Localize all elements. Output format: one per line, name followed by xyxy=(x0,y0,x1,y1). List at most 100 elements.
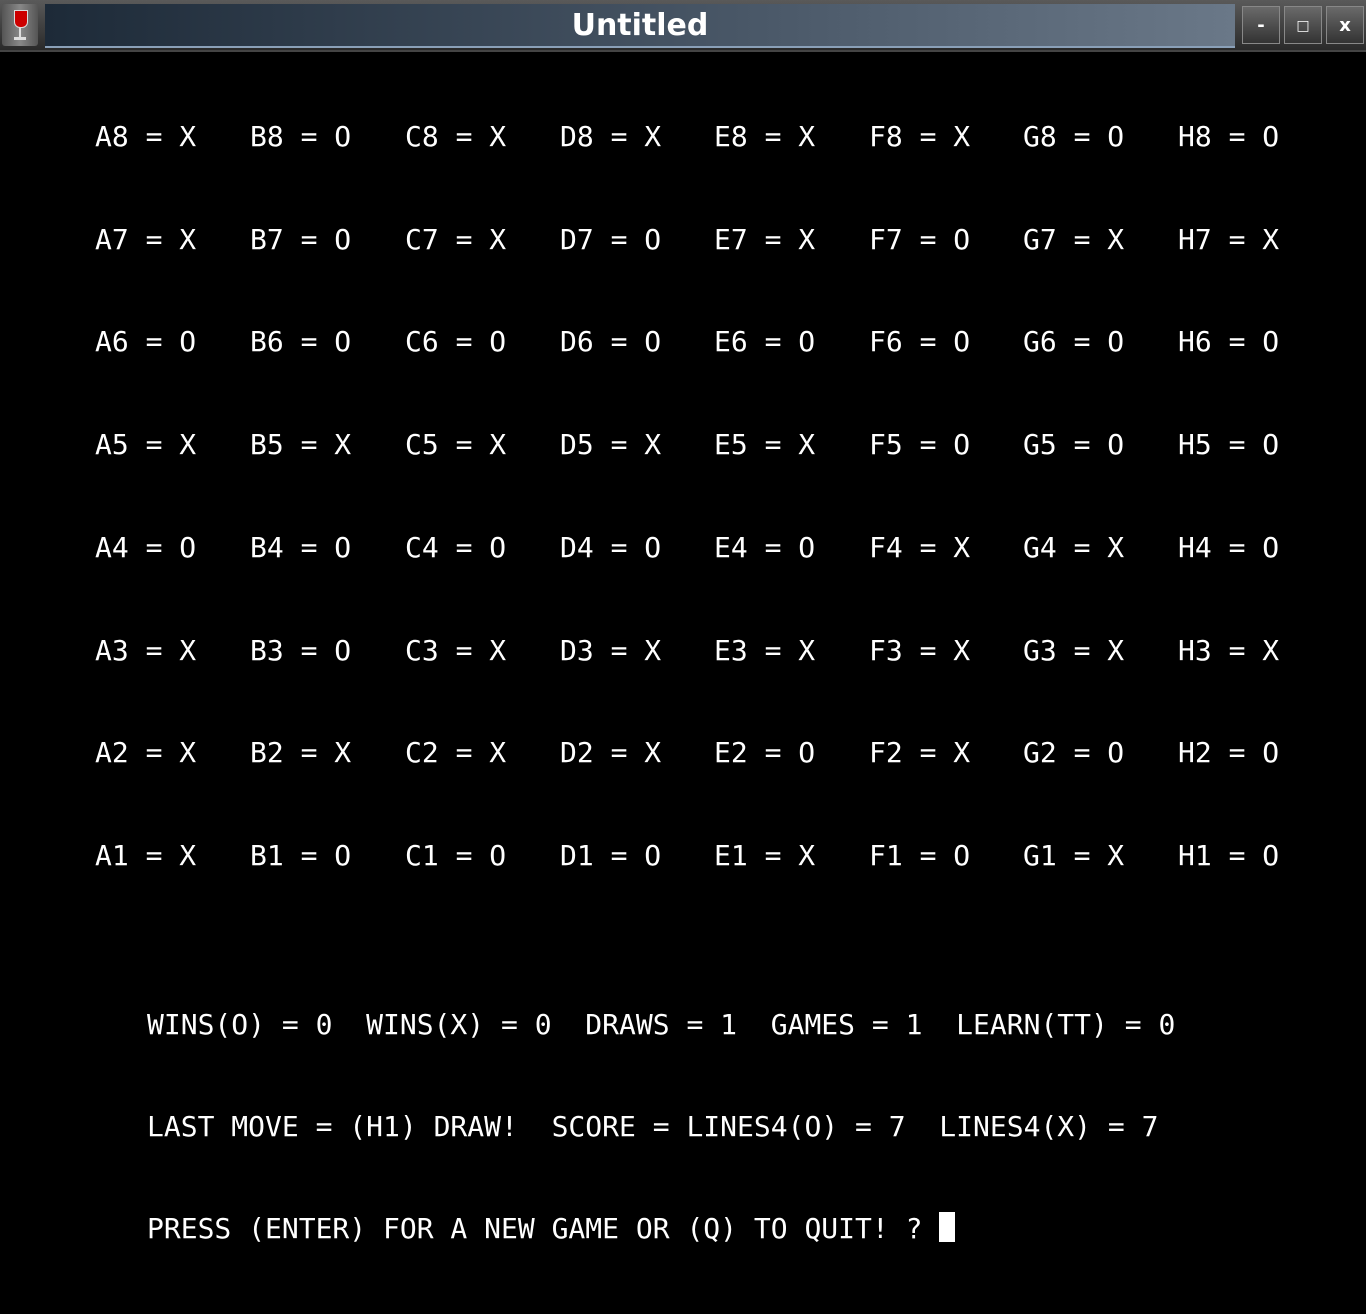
cell-label: D4 xyxy=(560,530,594,564)
board-cell: A7 = X xyxy=(95,223,196,257)
cell-label: D2 xyxy=(560,736,594,770)
board-cell: F4 = X xyxy=(869,531,970,565)
cell-value: O xyxy=(1107,428,1125,462)
cell-value: X xyxy=(489,222,507,256)
board-cell: A2 = X xyxy=(95,736,196,770)
equals-sign: = xyxy=(283,428,335,462)
window-title: Untitled xyxy=(571,8,709,43)
cell-value: X xyxy=(489,428,507,462)
equals-sign: = xyxy=(747,838,799,872)
maximize-button[interactable]: □ xyxy=(1284,6,1322,44)
cell-value: O xyxy=(334,838,352,872)
stats-line: WINS(O) = 0 WINS(X) = 0 DRAWS = 1 GAMES … xyxy=(147,1008,1176,1041)
board-cell: H6 = O xyxy=(1178,325,1279,359)
equals-sign: = xyxy=(902,838,954,872)
board-cell: H3 = X xyxy=(1178,634,1279,668)
equals-sign: = xyxy=(747,633,799,667)
board-cell: B3 = O xyxy=(250,634,351,668)
equals-sign: = xyxy=(438,530,490,564)
status-panel: WINS(O) = 0 WINS(X) = 0 DRAWS = 1 GAMES … xyxy=(147,940,1175,1314)
board-cell: H8 = O xyxy=(1178,120,1279,154)
cell-value: X xyxy=(798,838,816,872)
board-cell: H4 = O xyxy=(1178,531,1279,565)
wine-glass-icon[interactable] xyxy=(2,4,38,46)
board-cell: E3 = X xyxy=(714,634,815,668)
equals-sign: = xyxy=(902,325,954,359)
board-cell: F6 = O xyxy=(869,325,970,359)
cell-label: E5 xyxy=(714,428,748,462)
cell-value: O xyxy=(798,325,816,359)
cell-label: D5 xyxy=(560,428,594,462)
close-button[interactable]: x xyxy=(1326,6,1364,44)
cell-value: O xyxy=(334,530,352,564)
minimize-button[interactable]: - xyxy=(1242,6,1280,44)
board-cell: D1 = O xyxy=(560,839,661,873)
board-cell: E2 = O xyxy=(714,736,815,770)
cell-label: H7 xyxy=(1178,222,1212,256)
cell-value: O xyxy=(1107,120,1125,153)
equals-sign: = xyxy=(438,736,490,770)
board-cell: F8 = X xyxy=(869,120,970,154)
cell-value: O xyxy=(1262,530,1280,564)
equals-sign: = xyxy=(1211,736,1263,770)
cell-value: O xyxy=(1262,736,1280,770)
cell-label: E4 xyxy=(714,530,748,564)
equals-sign: = xyxy=(902,633,954,667)
cell-label: D8 xyxy=(560,120,594,153)
cell-value: O xyxy=(334,633,352,667)
board-cell: H5 = O xyxy=(1178,428,1279,462)
equals-sign: = xyxy=(438,838,490,872)
board-cell: C4 = O xyxy=(405,531,506,565)
equals-sign: = xyxy=(283,530,335,564)
cell-value: X xyxy=(953,530,971,564)
cell-value: O xyxy=(179,325,197,359)
equals-sign: = xyxy=(1056,736,1108,770)
equals-sign: = xyxy=(128,530,180,564)
cell-label: E3 xyxy=(714,633,748,667)
board-cell: A3 = X xyxy=(95,634,196,668)
board-cell: A4 = O xyxy=(95,531,196,565)
equals-sign: = xyxy=(902,222,954,256)
board-cell: D2 = X xyxy=(560,736,661,770)
board-cell: E7 = X xyxy=(714,223,815,257)
board-cell: B8 = O xyxy=(250,120,351,154)
cell-label: F1 xyxy=(869,838,903,872)
equals-sign: = xyxy=(1211,428,1263,462)
equals-sign: = xyxy=(593,428,645,462)
cell-label: G4 xyxy=(1023,530,1057,564)
equals-sign: = xyxy=(1211,838,1263,872)
cell-value: X xyxy=(798,120,816,153)
cell-value: X xyxy=(1262,633,1280,667)
cell-value: O xyxy=(798,736,816,770)
board-cell: E4 = O xyxy=(714,531,815,565)
equals-sign: = xyxy=(747,325,799,359)
title-area[interactable]: Untitled xyxy=(45,4,1235,48)
equals-sign: = xyxy=(1056,530,1108,564)
cell-label: B3 xyxy=(250,633,284,667)
equals-sign: = xyxy=(593,120,645,153)
equals-sign: = xyxy=(1211,325,1263,359)
prompt-line[interactable]: PRESS (ENTER) FOR A NEW GAME OR (Q) TO Q… xyxy=(147,1212,1175,1246)
cell-label: E8 xyxy=(714,120,748,153)
cell-label: G1 xyxy=(1023,838,1057,872)
equals-sign: = xyxy=(747,428,799,462)
cell-label: A8 xyxy=(95,120,129,153)
cell-value: O xyxy=(644,222,662,256)
board-cell: F7 = O xyxy=(869,223,970,257)
cell-label: F3 xyxy=(869,633,903,667)
board-cell: H2 = O xyxy=(1178,736,1279,770)
equals-sign: = xyxy=(747,736,799,770)
cell-value: O xyxy=(1107,736,1125,770)
terminal-area[interactable]: A8 = X B8 = O C8 = X D8 = X E8 = X F8 = X G8 =… xyxy=(0,52,1366,1245)
equals-sign: = xyxy=(128,222,180,256)
equals-sign: = xyxy=(1056,325,1108,359)
cell-value: O xyxy=(953,428,971,462)
cell-value: X xyxy=(1107,530,1125,564)
cell-label: C5 xyxy=(405,428,439,462)
cell-label: G3 xyxy=(1023,633,1057,667)
cell-label: H2 xyxy=(1178,736,1212,770)
title-bar[interactable]: Untitled - □ x xyxy=(0,0,1366,52)
cell-label: H5 xyxy=(1178,428,1212,462)
equals-sign: = xyxy=(128,633,180,667)
cell-label: B2 xyxy=(250,736,284,770)
